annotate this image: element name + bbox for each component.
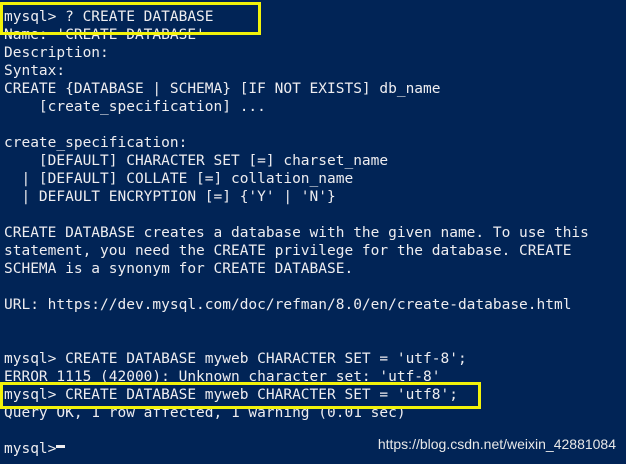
create-spec-line: [DEFAULT] CHARACTER SET [=] charset_name xyxy=(4,153,389,169)
help-description-text: SCHEMA is a synonym for CREATE DATABASE. xyxy=(4,261,354,277)
watermark-text: https://blog.csdn.net/weixin_42881084 xyxy=(377,436,616,452)
create-spec-line: | [DEFAULT] COLLATE [=] collation_name xyxy=(4,171,354,187)
text-cursor xyxy=(56,445,65,448)
create-spec-line: | DEFAULT ENCRYPTION [=] {'Y' | 'N'} xyxy=(4,189,336,205)
mysql-prompt[interactable]: mysql> xyxy=(4,440,56,458)
help-description-label: Description: xyxy=(4,45,109,61)
help-url-line: URL: https://dev.mysql.com/doc/refman/8.… xyxy=(4,297,572,313)
terminal-window[interactable]: mysql> ? CREATE DATABASE Name: 'CREATE D… xyxy=(0,0,626,464)
failed-command-line: mysql> CREATE DATABASE myweb CHARACTER S… xyxy=(4,351,467,367)
syntax-line: CREATE {DATABASE | SCHEMA} [IF NOT EXIST… xyxy=(4,81,441,97)
success-command-line: mysql> CREATE DATABASE myweb CHARACTER S… xyxy=(4,387,458,403)
query-ok-line: Query OK, 1 row affected, 1 warning (0.0… xyxy=(4,405,406,421)
error-message-line: ERROR 1115 (42000): Unknown character se… xyxy=(4,369,441,385)
help-description-text: statement, you need the CREATE privilege… xyxy=(4,243,572,259)
help-syntax-label: Syntax: xyxy=(4,63,66,79)
help-name-line: Name: 'CREATE DATABASE' xyxy=(4,27,205,43)
help-description-text: CREATE DATABASE creates a database with … xyxy=(4,225,589,241)
syntax-line: [create_specification] ... xyxy=(4,99,266,115)
help-command-line: mysql> ? CREATE DATABASE xyxy=(4,9,214,25)
create-spec-label: create_specification: xyxy=(4,135,188,151)
